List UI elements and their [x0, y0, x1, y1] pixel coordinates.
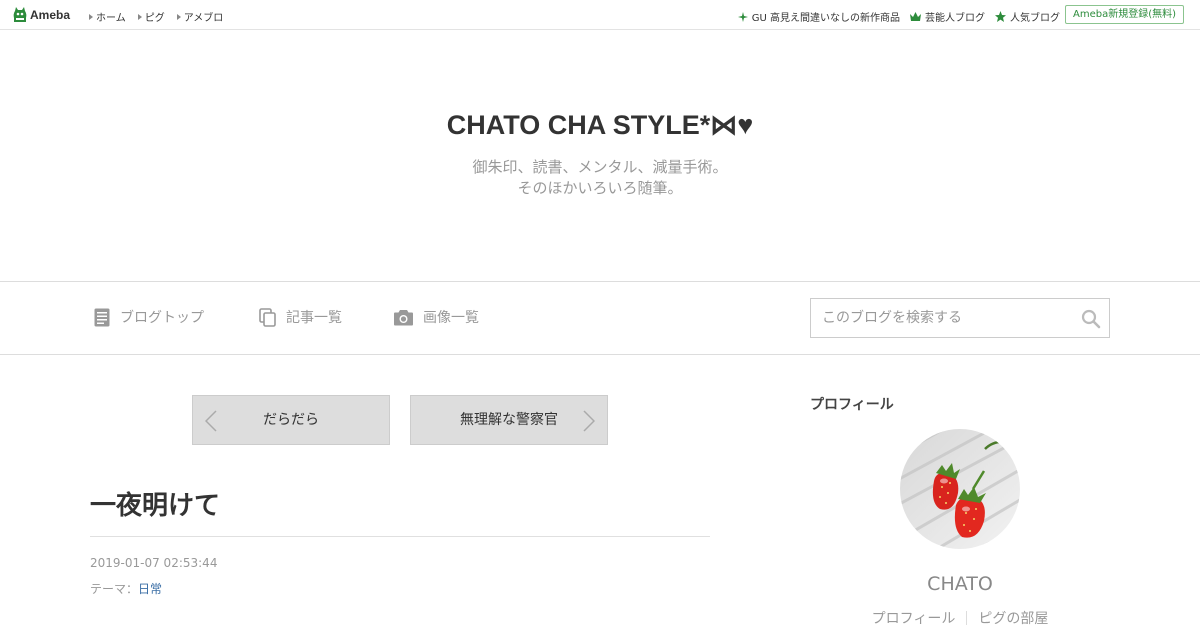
entry-theme: テーマ：日常 — [90, 580, 162, 597]
avatar[interactable] — [900, 429, 1020, 549]
entry-list-label: 記事一覧 — [286, 310, 342, 326]
global-header: Ameba ホーム ピグ アメブロ GU 高見え間違いなしの新作商品 芸能人ブロ… — [0, 0, 1200, 30]
popular-blog-label: 人気ブログ — [1010, 13, 1060, 24]
promo-link-label: GU 高見え間違いなしの新作商品 — [751, 13, 900, 24]
chevron-left-icon — [205, 410, 217, 432]
sparkle-icon — [737, 11, 748, 22]
nav-home-link[interactable]: ホーム — [89, 9, 126, 24]
search-icon[interactable] — [1081, 309, 1101, 329]
next-entry-label: 無理解な警察官 — [460, 412, 558, 428]
document-icon — [94, 308, 110, 326]
blog-description-line-2: そのほかいろいろ随筆。 — [517, 179, 683, 197]
entry-theme-prefix: テーマ： — [90, 582, 139, 596]
copy-icon — [259, 307, 276, 327]
nav-ameblo-label: アメブロ — [183, 13, 224, 24]
prev-entry-button[interactable]: だらだら — [192, 395, 390, 445]
chevron-right-icon — [583, 410, 595, 432]
register-button[interactable]: Ameba新規登録(無料) — [1064, 5, 1184, 24]
profile-heading: プロフィール — [810, 397, 894, 413]
image-list-link[interactable]: 画像一覧 — [394, 307, 479, 327]
logo-text: Ameba — [30, 7, 71, 22]
promo-link[interactable]: GU 高見え間違いなしの新作商品 — [737, 9, 900, 24]
blog-search — [810, 298, 1110, 338]
crown-icon — [910, 12, 921, 21]
camera-icon — [394, 309, 413, 325]
blog-search-input[interactable] — [811, 299, 1071, 337]
entry-date: 2019-01-07 02:53:44 — [90, 556, 218, 570]
strawberry-photo — [900, 429, 1020, 549]
entry-theme-link[interactable]: 日常 — [138, 582, 162, 596]
ameba-mascot-icon — [13, 7, 27, 22]
popular-blog-link[interactable]: 人気ブログ — [995, 9, 1060, 24]
celebrity-blog-label: 芸能人ブログ — [925, 13, 985, 24]
blog-description: 御朱印、読書、メンタル、減量手術。 そのほかいろいろ随筆。 — [0, 157, 1200, 199]
nav-ameblo-link[interactable]: アメブロ — [176, 9, 224, 24]
triangle-right-icon — [176, 13, 181, 20]
triangle-right-icon — [89, 13, 93, 20]
prev-entry-label: だらだら — [263, 412, 319, 428]
blog-top-label: ブログトップ — [120, 310, 204, 326]
ameba-logo[interactable]: Ameba — [13, 6, 70, 23]
profile-link[interactable]: プロフィール — [861, 608, 967, 628]
blog-title[interactable]: CHATO CHA STYLE*⋈♥ — [0, 110, 1200, 141]
entry-list-link[interactable]: 記事一覧 — [259, 307, 342, 327]
blog-description-line-1: 御朱印、読書、メンタル、減量手術。 — [472, 158, 728, 176]
triangle-right-icon — [137, 13, 142, 20]
blog-nav: ブログトップ 記事一覧 画像一覧 — [0, 281, 1200, 355]
celebrity-blog-link[interactable]: 芸能人ブログ — [910, 9, 985, 24]
global-nav: ホーム ピグ アメブロ — [89, 9, 223, 24]
entry-title[interactable]: 一夜明けて — [90, 485, 220, 522]
pigg-room-link[interactable]: ピグの部屋 — [967, 608, 1059, 628]
profile-name[interactable]: CHATO — [810, 573, 1110, 595]
profile-links: プロフィール ピグの部屋 — [810, 608, 1110, 628]
global-right-links: GU 高見え間違いなしの新作商品 芸能人ブログ 人気ブログ — [737, 9, 1060, 24]
nav-pigg-label: ピグ — [144, 13, 165, 24]
nav-pigg-link[interactable]: ピグ — [137, 9, 165, 24]
nav-home-label: ホーム — [96, 13, 126, 24]
image-list-label: 画像一覧 — [423, 310, 479, 326]
blog-top-link[interactable]: ブログトップ — [94, 307, 204, 327]
entry-divider — [90, 536, 710, 537]
star-icon — [995, 11, 1006, 22]
next-entry-button[interactable]: 無理解な警察官 — [410, 395, 608, 445]
